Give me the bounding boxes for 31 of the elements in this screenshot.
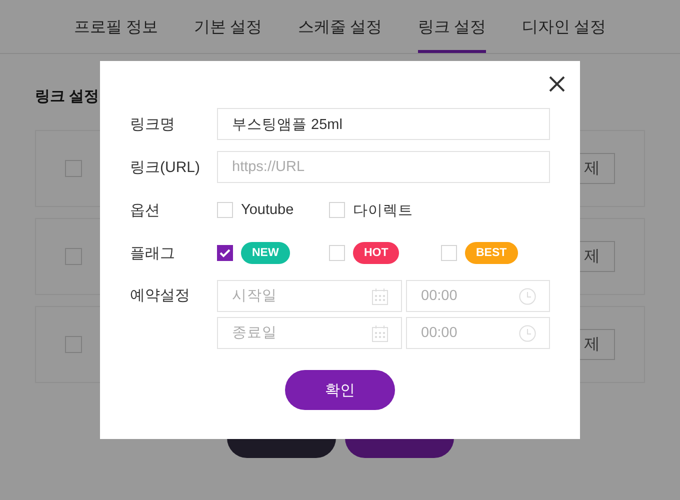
- tab[interactable]: 기본 설정: [194, 17, 262, 53]
- field-label: 링크(URL): [130, 158, 201, 176]
- confirm-button[interactable]: 확인: [285, 370, 395, 410]
- field-label: 플래그: [130, 244, 176, 262]
- section-title: 링크 설정: [35, 87, 100, 107]
- tab[interactable]: 프로필 정보: [74, 17, 158, 53]
- input-field[interactable]: 부스팅앰플 25ml: [217, 108, 550, 140]
- tab[interactable]: 스케줄 설정: [298, 17, 382, 53]
- checkbox[interactable]: [217, 245, 233, 261]
- checkbox[interactable]: [65, 160, 82, 177]
- date-field[interactable]: 종료일: [217, 317, 402, 349]
- calendar-icon: [372, 325, 388, 342]
- date-field[interactable]: 시작일: [217, 280, 402, 312]
- tab[interactable]: 디자인 설정: [522, 17, 606, 53]
- flag-badge: HOT: [353, 242, 400, 264]
- checkbox[interactable]: [65, 248, 82, 265]
- tab[interactable]: 링크 설정: [418, 17, 486, 53]
- time-field[interactable]: 00:00: [406, 280, 550, 312]
- field-label: 옵션: [130, 200, 161, 220]
- flag-badge: BEST: [465, 242, 518, 264]
- option-label: Youtube: [241, 202, 294, 218]
- clock-icon: [519, 288, 536, 305]
- checkbox[interactable]: [65, 336, 82, 353]
- time-field[interactable]: 00:00: [406, 317, 550, 349]
- field-label: 예약설정: [130, 286, 191, 306]
- field-label: 링크명: [130, 114, 176, 134]
- flag-badge: NEW: [241, 242, 290, 264]
- input-field[interactable]: https://URL: [217, 151, 550, 183]
- option-label: 다이렉트: [353, 202, 413, 220]
- calendar-icon: [372, 288, 388, 305]
- clock-icon: [519, 325, 536, 342]
